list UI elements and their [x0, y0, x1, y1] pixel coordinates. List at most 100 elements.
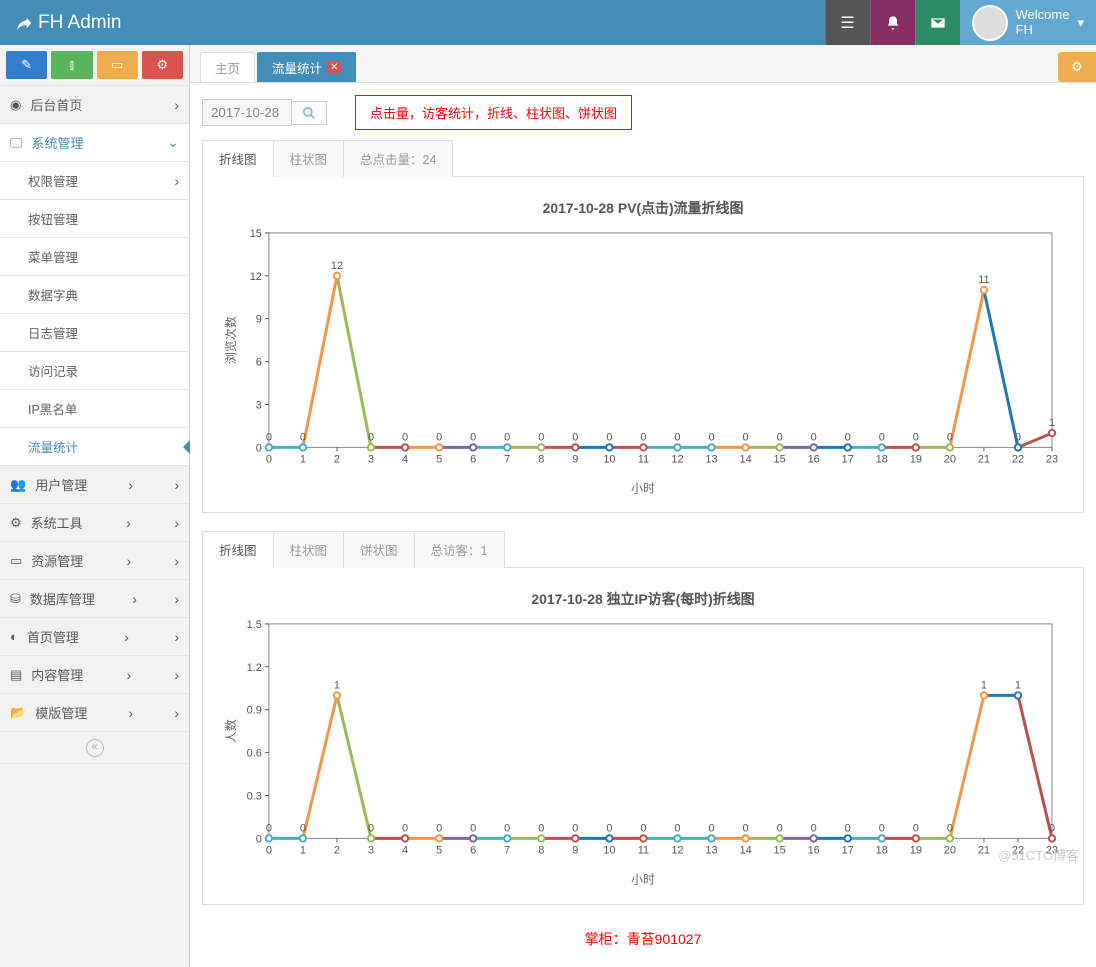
svg-text:7: 7 — [504, 453, 510, 465]
tasks-icon[interactable]: ☰ — [825, 0, 870, 45]
chart2-tab-bar[interactable]: 柱状图 — [273, 531, 345, 568]
chart2-tab-line[interactable]: 折线图 — [202, 531, 274, 568]
svg-text:3: 3 — [368, 453, 374, 465]
svg-text:15: 15 — [250, 228, 262, 240]
sidebar-item[interactable]: ◉后台首页› — [0, 86, 189, 124]
sidebar-item[interactable]: ▭资源管理›› — [0, 542, 189, 580]
svg-text:6: 6 — [470, 845, 476, 857]
tab-home[interactable]: 主页 — [200, 52, 255, 82]
sidebar-item-label: 首页管理 — [27, 627, 79, 646]
sidebar-subitem[interactable]: 流量统计 — [0, 428, 189, 466]
svg-text:1: 1 — [1049, 417, 1055, 429]
svg-text:0: 0 — [947, 823, 953, 835]
svg-text:0: 0 — [266, 823, 272, 835]
svg-text:人数: 人数 — [223, 719, 238, 743]
close-icon[interactable]: ✕ — [327, 62, 341, 73]
sidebar-subitem[interactable]: 按钮管理 — [0, 200, 189, 238]
chart1-tab-bar[interactable]: 柱状图 — [273, 140, 345, 177]
tab-traffic[interactable]: 流量统计 ✕ — [257, 52, 356, 82]
chart2-tabs: 折线图 柱状图 饼状图 总访客：1 — [202, 531, 1084, 568]
svg-text:0: 0 — [470, 823, 476, 835]
svg-text:1.5: 1.5 — [247, 619, 262, 631]
sidebar-subitem[interactable]: 权限管理› — [0, 162, 189, 200]
sidebar-item[interactable]: 👥用户管理›› — [0, 466, 189, 504]
svg-text:19: 19 — [910, 845, 922, 857]
sidebar-subitem[interactable]: 访问记录 — [0, 352, 189, 390]
svg-text:0: 0 — [811, 823, 817, 835]
sidebar-item-label: 资源管理 — [31, 551, 83, 570]
chevron-icon: › — [128, 477, 133, 493]
pencil-icon[interactable]: ✎ — [6, 51, 47, 79]
collapse-sidebar[interactable]: « — [0, 732, 189, 764]
svg-text:0: 0 — [572, 823, 578, 835]
user-menu[interactable]: Welcome FH ▾ — [960, 0, 1096, 45]
chart2-tab-pie[interactable]: 饼状图 — [343, 531, 415, 568]
sidebar-item[interactable]: ◐首页管理›› — [0, 618, 189, 656]
svg-text:12: 12 — [671, 453, 683, 465]
svg-text:16: 16 — [808, 845, 820, 857]
menu-icon: ⚙ — [10, 515, 22, 531]
svg-text:0: 0 — [879, 431, 885, 443]
settings-gear-icon[interactable]: ⚙ — [1058, 52, 1096, 82]
chart1-panel: 2017-10-28 PV(点击)流量折线图036912150123456789… — [202, 177, 1084, 513]
chart1-tab-line[interactable]: 折线图 — [202, 140, 274, 177]
sidebar: ✎ ⫾ ▭ ⚙ ◉ 后台首页 › 🖵系统管理⌄权限管理›按钮管理菜单管理数据字典日志管… — [0, 45, 190, 967]
svg-text:0: 0 — [300, 823, 306, 835]
svg-text:15: 15 — [774, 845, 786, 857]
svg-text:0: 0 — [913, 431, 919, 443]
search-icon — [302, 106, 316, 120]
svg-text:0: 0 — [606, 823, 612, 835]
svg-text:4: 4 — [402, 453, 408, 465]
sidebar-item-label: 访问记录 — [28, 361, 78, 380]
svg-text:0: 0 — [266, 453, 272, 465]
svg-text:14: 14 — [739, 845, 751, 857]
svg-text:0: 0 — [504, 431, 510, 443]
sidebar-item-label: 后台首页 — [30, 95, 82, 114]
svg-text:12: 12 — [671, 845, 683, 857]
signal-icon[interactable]: ⫾ — [51, 51, 92, 79]
book-icon[interactable]: ▭ — [97, 51, 138, 79]
sidebar-item-label: IP黑名单 — [28, 399, 77, 418]
svg-text:0: 0 — [538, 823, 544, 835]
sidebar-item[interactable]: 🖵系统管理⌄ — [0, 124, 189, 162]
sidebar-item-label: 数据字典 — [28, 285, 78, 304]
search-button[interactable] — [292, 101, 327, 125]
svg-text:9: 9 — [572, 845, 578, 857]
chart2-total: 总访客：1 — [414, 531, 505, 568]
sidebar-subitem[interactable]: 数据字典 — [0, 276, 189, 314]
chart1-tabs: 折线图 柱状图 总点击量：24 — [202, 140, 1084, 177]
menu-icon: ◉ — [10, 97, 21, 113]
sidebar-subitem[interactable]: IP黑名单 — [0, 390, 189, 428]
sidebar-item-label: 系统工具 — [31, 513, 83, 532]
svg-text:0: 0 — [402, 431, 408, 443]
mail-icon[interactable] — [915, 0, 960, 45]
svg-text:小时: 小时 — [631, 873, 655, 887]
sidebar-subitem[interactable]: 日志管理 — [0, 314, 189, 352]
svg-text:17: 17 — [842, 845, 854, 857]
sidebar-item[interactable]: ▤内容管理›› — [0, 656, 189, 694]
sidebar-subitem[interactable]: 菜单管理 — [0, 238, 189, 276]
svg-text:0: 0 — [470, 431, 476, 443]
sidebar-item[interactable]: ⚙系统工具›› — [0, 504, 189, 542]
brand[interactable]: FH Admin — [0, 12, 135, 34]
bell-icon[interactable] — [870, 0, 915, 45]
svg-text:0: 0 — [811, 431, 817, 443]
menu-icon: ▭ — [10, 553, 22, 569]
sidebar-item[interactable]: 📂模版管理›› — [0, 694, 189, 732]
svg-text:3: 3 — [368, 845, 374, 857]
sidebar-item[interactable]: ⛁数据库管理›› — [0, 580, 189, 618]
svg-text:17: 17 — [842, 453, 854, 465]
sidebar-item-label: 用户管理 — [35, 475, 87, 494]
sidebar-item-label: 日志管理 — [28, 323, 78, 342]
welcome-name: FH — [1016, 23, 1070, 38]
svg-text:0.9: 0.9 — [247, 705, 262, 717]
chevron-icon: › — [126, 515, 131, 531]
date-input[interactable] — [202, 99, 292, 126]
chart2-panel: 2017-10-28 独立IP访客(每时)折线图00.30.60.91.21.5… — [202, 568, 1084, 904]
sidebar-item-label: 模版管理 — [35, 703, 87, 722]
sidebar-item-label: 数据库管理 — [30, 589, 95, 608]
svg-text:0: 0 — [640, 431, 646, 443]
notice-box: 点击量，访客统计，折线、柱状图、饼状图 — [355, 95, 632, 130]
cog-icon[interactable]: ⚙ — [142, 51, 183, 79]
menu-icon: 📂 — [10, 705, 26, 721]
